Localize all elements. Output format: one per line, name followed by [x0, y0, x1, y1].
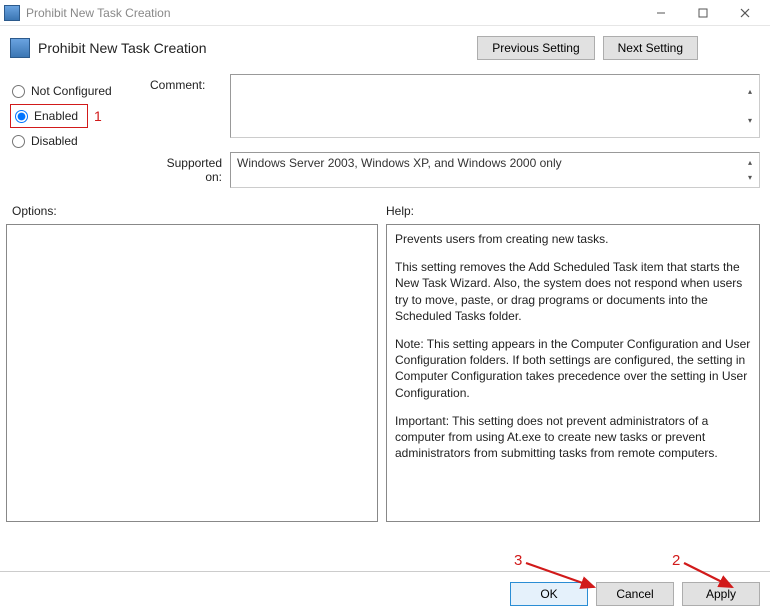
window-controls	[640, 0, 766, 26]
apply-button[interactable]: Apply	[682, 582, 760, 606]
nav-buttons: Previous Setting Next Setting	[477, 36, 758, 60]
policy-icon	[10, 38, 30, 58]
cancel-button[interactable]: Cancel	[596, 582, 674, 606]
panels: Prevents users from creating new tasks. …	[0, 222, 770, 522]
ok-button[interactable]: OK	[510, 582, 588, 606]
comment-label: Comment:	[150, 74, 230, 92]
next-setting-button[interactable]: Next Setting	[603, 36, 698, 60]
radio-disabled-input[interactable]	[12, 135, 25, 148]
annotation-3: 3	[514, 552, 522, 569]
footer: OK Cancel Apply	[0, 571, 770, 615]
radio-not-configured-label: Not Configured	[31, 84, 112, 98]
radio-enabled-input[interactable]	[15, 110, 28, 123]
supported-value: Windows Server 2003, Windows XP, and Win…	[237, 156, 562, 170]
radio-disabled-label: Disabled	[31, 134, 78, 148]
radio-disabled[interactable]: Disabled	[10, 128, 150, 154]
labels-row: Options: Help:	[0, 198, 770, 222]
help-label: Help:	[386, 204, 414, 218]
close-button[interactable]	[724, 0, 766, 26]
policy-title: Prohibit New Task Creation	[38, 40, 207, 56]
options-label: Options:	[12, 204, 386, 218]
help-p4: Important: This setting does not prevent…	[395, 413, 751, 462]
maximize-button[interactable]	[682, 0, 724, 26]
window-title: Prohibit New Task Creation	[26, 6, 171, 20]
help-p2: This setting removes the Add Scheduled T…	[395, 259, 751, 324]
annotation-2: 2	[672, 552, 680, 569]
supported-scroll[interactable]: ▴▾	[743, 155, 757, 185]
help-p3: Note: This setting appears in the Comput…	[395, 336, 751, 401]
help-p1: Prevents users from creating new tasks.	[395, 231, 751, 247]
app-icon	[4, 5, 20, 21]
comment-textarea[interactable]: ▴▾	[230, 74, 760, 138]
radio-enabled-label: Enabled	[34, 109, 78, 123]
radio-enabled[interactable]: Enabled	[10, 104, 88, 128]
titlebar: Prohibit New Task Creation	[0, 0, 770, 26]
previous-setting-button[interactable]: Previous Setting	[477, 36, 594, 60]
options-panel	[6, 224, 378, 522]
minimize-button[interactable]	[640, 0, 682, 26]
body-top: Not Configured Enabled 1 Disabled Commen…	[0, 68, 770, 198]
annotation-1: 1	[94, 108, 102, 124]
header: Prohibit New Task Creation Previous Sett…	[0, 26, 770, 68]
state-radios: Not Configured Enabled 1 Disabled	[10, 74, 150, 188]
supported-box: Windows Server 2003, Windows XP, and Win…	[230, 152, 760, 188]
supported-label: Supported on:	[150, 152, 230, 184]
right-col: Comment: ▴▾ Supported on: Windows Server…	[150, 74, 760, 188]
radio-not-configured-input[interactable]	[12, 85, 25, 98]
radio-not-configured[interactable]: Not Configured	[10, 78, 150, 104]
comment-scroll[interactable]: ▴▾	[743, 77, 757, 135]
help-panel: Prevents users from creating new tasks. …	[386, 224, 760, 522]
